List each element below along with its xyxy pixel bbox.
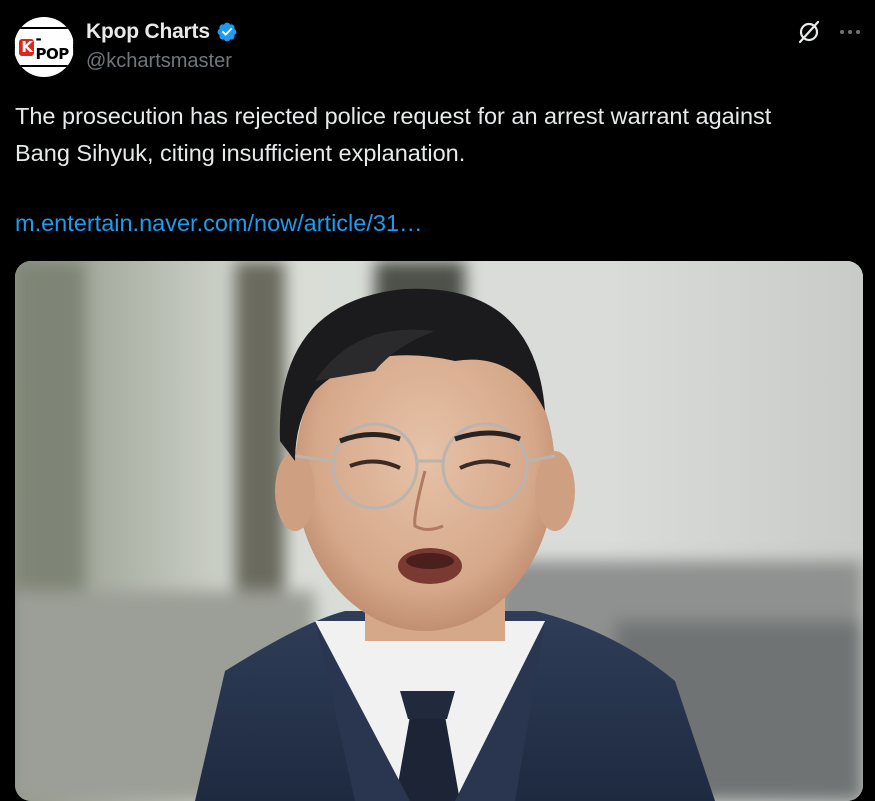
photo-illustration [15, 261, 863, 801]
verified-badge-icon[interactable] [216, 21, 238, 43]
tweet-text-line-2: Bang Sihyuk, citing insufficient explana… [15, 140, 466, 166]
tweet-text: The prosecution has rejected police requ… [15, 98, 870, 172]
tweet: K -POP Kpop Charts @kchartsmaster The pro… [0, 0, 875, 801]
author-name-row: Kpop Charts [86, 19, 238, 45]
more-options-icon[interactable] [836, 22, 864, 42]
display-name[interactable]: Kpop Charts [86, 20, 210, 44]
article-link[interactable]: m.entertain.naver.com/now/article/31… [15, 205, 423, 242]
kpop-logo: K -POP [14, 27, 74, 67]
tweet-photo[interactable] [15, 261, 863, 801]
grok-icon[interactable] [795, 18, 823, 46]
avatar[interactable]: K -POP [14, 17, 74, 77]
author-handle[interactable]: @kchartsmaster [86, 50, 232, 73]
tweet-text-line-1: The prosecution has rejected police requ… [15, 103, 772, 129]
